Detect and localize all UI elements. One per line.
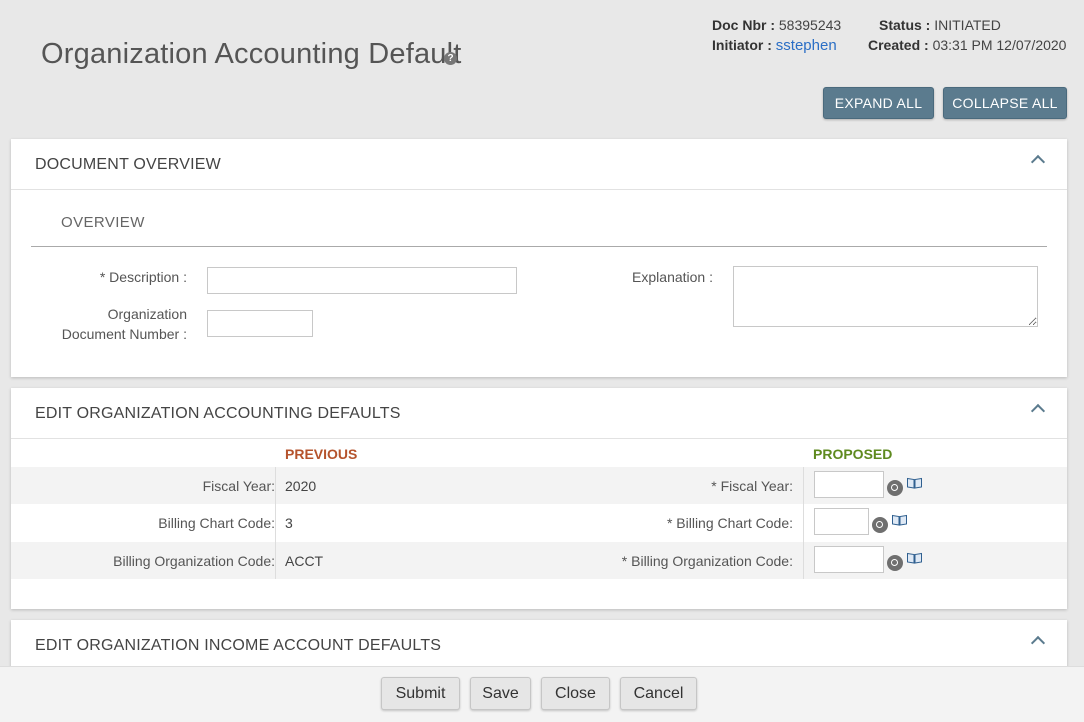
table-row: Billing Chart Code: 3 * Billing Chart Co… xyxy=(11,504,1067,541)
doc-created: Created : 03:31 PM 12/07/2020 xyxy=(868,37,1066,53)
help-icon[interactable]: ? xyxy=(444,52,457,65)
document-overview-header[interactable]: DOCUMENT OVERVIEW xyxy=(11,139,1067,190)
cancel-button[interactable]: Cancel xyxy=(620,677,697,710)
billing-chart-code-input[interactable] xyxy=(814,508,869,535)
collapse-all-button[interactable]: COLLAPSE ALL xyxy=(943,87,1067,119)
panel-title: EDIT ORGANIZATION INCOME ACCOUNT DEFAULT… xyxy=(35,637,442,654)
divider xyxy=(803,467,804,579)
description-input[interactable] xyxy=(207,267,517,294)
explanation-textarea[interactable] xyxy=(733,266,1038,327)
divider xyxy=(31,246,1047,247)
divider xyxy=(275,467,276,579)
previous-value: 3 xyxy=(285,515,293,531)
action-bar: Submit Save Close Cancel xyxy=(0,666,1084,722)
accounting-defaults-panel: EDIT ORGANIZATION ACCOUNTING DEFAULTS PR… xyxy=(11,388,1067,609)
proposed-label: * Fiscal Year: xyxy=(711,478,793,494)
created-label: Created : xyxy=(868,37,929,53)
row-label: Billing Organization Code: xyxy=(113,553,275,569)
initiator: Initiator : sstephen xyxy=(712,37,837,54)
previous-value: 2020 xyxy=(285,478,317,494)
doc-status: Status : INITIATED xyxy=(879,17,1001,33)
document-overview-panel: DOCUMENT OVERVIEW OVERVIEW * Description… xyxy=(11,139,1067,377)
org-doc-number-input[interactable] xyxy=(207,310,313,337)
panel-title: DOCUMENT OVERVIEW xyxy=(35,156,221,173)
explanation-label: Explanation : xyxy=(632,269,713,285)
doc-number: Doc Nbr : 58395243 xyxy=(712,17,841,33)
status-label: Status : xyxy=(879,17,931,33)
initiator-label: Initiator : xyxy=(712,37,772,53)
submit-button[interactable]: Submit xyxy=(381,677,460,710)
fiscal-year-input[interactable] xyxy=(814,471,884,498)
close-button[interactable]: Close xyxy=(541,677,610,710)
accounting-defaults-header[interactable]: EDIT ORGANIZATION ACCOUNTING DEFAULTS xyxy=(11,388,1067,439)
doc-number-value: 58395243 xyxy=(778,17,842,33)
search-icon[interactable] xyxy=(887,480,903,496)
row-label: Billing Chart Code: xyxy=(158,515,275,531)
search-icon[interactable] xyxy=(872,517,888,533)
table-row: Billing Organization Code: ACCT * Billin… xyxy=(11,542,1067,579)
book-icon[interactable] xyxy=(907,477,922,489)
billing-org-code-input[interactable] xyxy=(814,546,884,573)
initiator-link[interactable]: sstephen xyxy=(776,37,837,54)
proposed-label: * Billing Chart Code: xyxy=(666,515,793,531)
book-icon[interactable] xyxy=(907,552,922,564)
expand-all-button[interactable]: EXPAND ALL xyxy=(823,87,934,119)
created-value: 03:31 PM 12/07/2020 xyxy=(932,37,1067,53)
chevron-up-icon[interactable] xyxy=(1030,635,1046,651)
proposed-label: * Billing Organization Code: xyxy=(621,553,793,569)
chevron-up-icon[interactable] xyxy=(1030,403,1046,419)
page-title: Organization Accounting Default xyxy=(41,38,462,70)
income-defaults-header[interactable]: EDIT ORGANIZATION INCOME ACCOUNT DEFAULT… xyxy=(11,620,1067,671)
previous-header: PREVIOUS xyxy=(285,446,358,462)
chevron-up-icon[interactable] xyxy=(1030,154,1046,170)
save-button[interactable]: Save xyxy=(470,677,531,710)
overview-subtitle: OVERVIEW xyxy=(61,214,145,231)
search-icon[interactable] xyxy=(887,555,903,571)
proposed-header: PROPOSED xyxy=(813,446,893,462)
previous-value: ACCT xyxy=(285,553,324,569)
panel-title: EDIT ORGANIZATION ACCOUNTING DEFAULTS xyxy=(35,405,401,422)
book-icon[interactable] xyxy=(892,514,907,526)
org-doc-number-label-1: Organization xyxy=(107,306,187,322)
doc-number-label: Doc Nbr : xyxy=(712,17,775,33)
table-row: Fiscal Year: 2020 * Fiscal Year: xyxy=(11,467,1067,504)
org-doc-number-label-2: Document Number : xyxy=(61,326,187,342)
description-label: * Description : xyxy=(99,269,187,285)
row-label: Fiscal Year: xyxy=(202,478,275,494)
status-value: INITIATED xyxy=(934,17,1001,33)
